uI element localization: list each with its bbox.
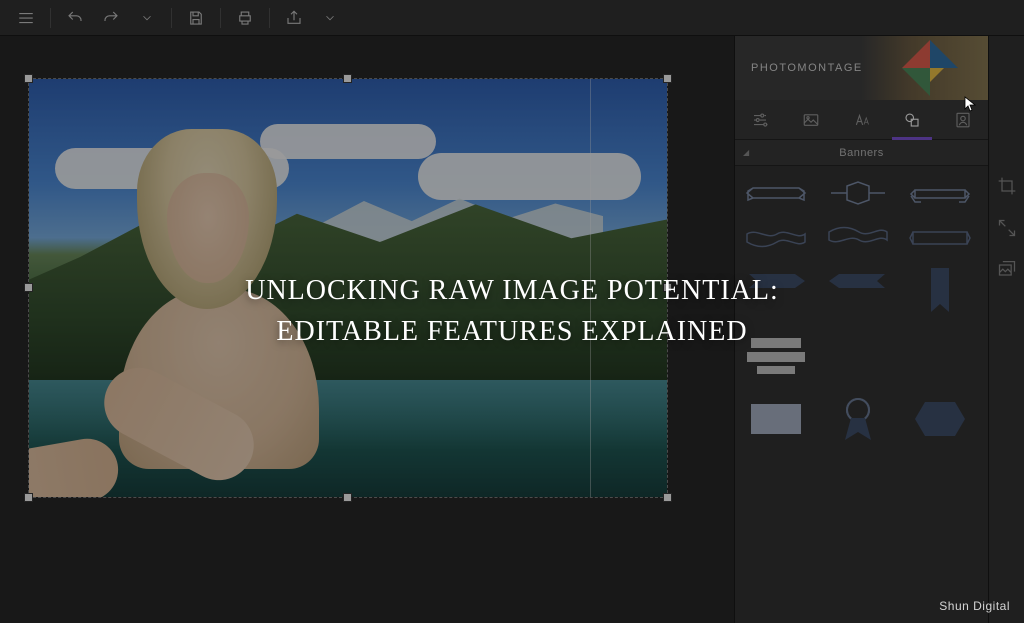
tab-adjust[interactable] [735,100,786,139]
crop-tool[interactable] [997,176,1017,196]
resize-handle[interactable] [24,74,33,83]
menu-button[interactable] [10,4,42,32]
sliders-icon [751,111,769,129]
tab-text[interactable] [836,100,887,139]
share-menu-button[interactable] [314,4,346,32]
asset-ribbon-scroll-left[interactable] [745,178,807,208]
watermark: Shun Digital [939,599,1010,613]
asset-placeholder[interactable] [909,330,971,380]
resize-handle[interactable] [24,493,33,502]
asset-ribbon-arrow-right[interactable] [827,266,889,296]
asset-ribbon-wave-2[interactable] [827,222,889,252]
image-icon [802,111,820,129]
panel-tabs [735,100,988,140]
shapes-icon [903,111,921,129]
tab-portrait[interactable] [937,100,988,139]
save-button[interactable] [180,4,212,32]
cursor-icon [964,96,980,112]
section-label: Banners [839,147,883,159]
tangram-logo [902,40,958,96]
right-panel: PHOTOMONTAGE ◢ Banners [734,36,988,623]
asset-award-ribbon[interactable] [827,394,889,444]
undo-button[interactable] [59,4,91,32]
top-toolbar [0,0,1024,36]
resize-handle[interactable] [663,283,672,292]
section-header[interactable]: ◢ Banners [735,140,988,166]
toolbar-separator [171,8,172,28]
asset-ribbon-diamond[interactable] [827,178,889,208]
asset-bookmark[interactable] [909,266,971,316]
undo-icon [66,9,84,27]
toolbar-separator [269,8,270,28]
resize-handle[interactable] [343,74,352,83]
toolbar-separator [50,8,51,28]
asset-grid [735,166,988,623]
hamburger-icon [17,9,35,27]
resize-handle[interactable] [24,283,33,292]
edited-photo[interactable] [29,79,667,497]
chevron-down-icon [140,11,154,25]
share-button[interactable] [278,4,310,32]
gallery-icon [997,260,1017,280]
asset-ribbon-wave-1[interactable] [745,222,807,252]
resize-tool[interactable] [997,218,1017,238]
asset-placeholder[interactable] [827,330,889,380]
print-icon [236,9,254,27]
canvas-area[interactable] [0,36,734,623]
asset-bars-wide[interactable] [745,330,807,380]
resize-icon [997,218,1017,238]
resize-handle[interactable] [343,493,352,502]
person-subject [119,129,299,449]
asset-rect-solid[interactable] [745,394,807,444]
asset-ribbon-banner[interactable] [909,222,971,252]
print-button[interactable] [229,4,261,32]
tab-shapes[interactable] [887,100,938,139]
crop-icon [997,176,1017,196]
asset-ribbon-scroll-right[interactable] [909,178,971,208]
undo-history-button[interactable] [131,4,163,32]
collapse-icon: ◢ [743,148,750,157]
panel-title: PHOTOMONTAGE [751,62,863,74]
tab-image[interactable] [786,100,837,139]
save-icon [187,9,205,27]
redo-button[interactable] [95,4,127,32]
share-icon [285,9,303,27]
resize-handle[interactable] [663,74,672,83]
resize-handle[interactable] [663,493,672,502]
panel-header: PHOTOMONTAGE [735,36,988,100]
asset-ribbon-arrow-left[interactable] [745,266,807,296]
chevron-down-icon [323,11,337,25]
asset-hexagon[interactable] [909,394,971,444]
image-selection[interactable] [28,78,668,498]
gallery-tool[interactable] [997,260,1017,280]
side-tool-strip [988,36,1024,623]
portrait-icon [954,111,972,129]
toolbar-separator [220,8,221,28]
text-icon [852,111,870,129]
redo-icon [102,9,120,27]
